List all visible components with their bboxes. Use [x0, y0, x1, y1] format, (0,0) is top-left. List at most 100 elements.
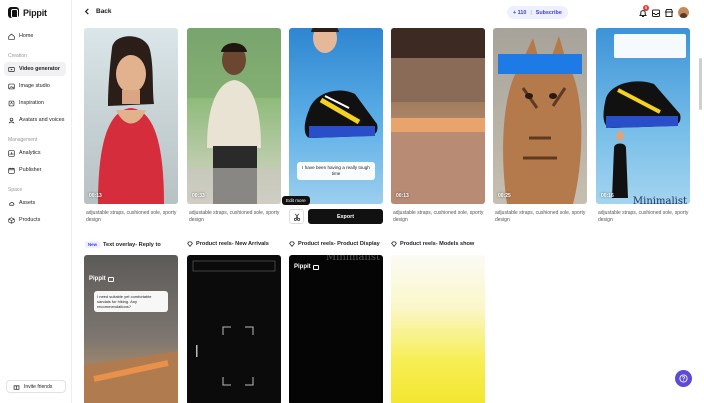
- template-brand: Pippit: [294, 264, 319, 270]
- chevron-left-icon: [84, 8, 89, 15]
- template-thumbnail: [192, 260, 276, 386]
- template-title[interactable]: New Text overlay- Reply to: [85, 241, 161, 248]
- video-icon: [8, 66, 15, 72]
- video-caption: adjustable straps, cushioned sole, sport…: [495, 210, 586, 223]
- subscribe-link[interactable]: Subscribe: [536, 10, 562, 16]
- store-icon[interactable]: [664, 8, 674, 18]
- video-caption: adjustable straps, cushioned sole, sport…: [393, 210, 484, 223]
- brand-text: Pippit: [294, 264, 311, 270]
- pippit-logo-icon: [8, 7, 19, 18]
- video-thumbnail: [603, 34, 686, 198]
- sidebar-item-label: Image studio: [19, 83, 50, 89]
- scrollbar[interactable]: [699, 58, 702, 110]
- new-badge: New: [85, 241, 101, 248]
- reply-bubble: I need suitable yet comfortable sandals …: [94, 291, 168, 312]
- section-label-creation: Creation: [8, 53, 27, 59]
- template-title-text: Product reels- New Arrivals: [196, 241, 269, 247]
- template-card[interactable]: [187, 255, 281, 403]
- video-thumbnail: [98, 36, 164, 204]
- edit-more-tooltip: Edit more: [282, 196, 310, 205]
- invite-friends-label: Invite friends: [24, 383, 53, 390]
- notification-badge: 5: [643, 5, 649, 11]
- credits-subscribe-pill[interactable]: + 110 | Subscribe: [507, 6, 568, 19]
- template-title[interactable]: Product reels- Product Display: [289, 241, 380, 247]
- sidebar-item-image-studio[interactable]: Image studio: [4, 79, 66, 93]
- template-title[interactable]: Product reels- New Arrivals: [187, 241, 269, 247]
- video-thumbnail: [498, 36, 582, 204]
- video-duration: 00:16: [601, 193, 614, 199]
- sidebar-item-analytics[interactable]: Analytics: [4, 146, 66, 160]
- video-card[interactable]: 00:13: [84, 28, 178, 204]
- sidebar-item-label: Assets: [19, 200, 36, 206]
- help-button[interactable]: [675, 370, 692, 387]
- top-bar: Back: [72, 0, 704, 28]
- template-card[interactable]: Pippit Minimalist: [289, 255, 383, 403]
- video-subtitle: I have been having a really tough time: [297, 162, 375, 180]
- template-card[interactable]: Pippit I need suitable yet comfortable s…: [84, 255, 178, 403]
- sidebar-item-label: Video generator: [19, 66, 60, 72]
- app-logo[interactable]: Pippit: [8, 7, 47, 18]
- video-duration: 00:25: [498, 193, 511, 199]
- sidebar-item-label: Inspiration: [19, 100, 44, 106]
- section-label-management: Management: [8, 137, 38, 143]
- edit-button[interactable]: [289, 209, 304, 224]
- video-duration: 00:33: [192, 193, 205, 199]
- template-title-text: Product reels- Product Display: [298, 241, 380, 247]
- overlay-text: Minimalist: [632, 196, 687, 204]
- sidebar-item-publisher[interactable]: Publisher: [4, 163, 66, 177]
- sidebar-item-label: Analytics: [19, 150, 41, 156]
- sidebar: Pippit Home Creation Video generator Ima…: [0, 0, 72, 403]
- separator: |: [530, 9, 532, 16]
- video-thumbnail: [187, 28, 281, 204]
- scissors-icon: [293, 213, 300, 221]
- template-title[interactable]: Product reels- Models show: [391, 241, 474, 247]
- sidebar-item-home[interactable]: Home: [4, 29, 66, 43]
- gift-icon: [13, 385, 20, 390]
- sidebar-item-video-generator[interactable]: Video generator: [4, 62, 66, 76]
- box-icon: [8, 216, 15, 224]
- sidebar-item-avatars-voices[interactable]: Avatars and voices: [4, 113, 66, 127]
- video-card[interactable]: 00:13: [391, 28, 485, 204]
- app-name: Pippit: [23, 7, 47, 18]
- overlay-text: Minimalist: [325, 255, 380, 263]
- template-card[interactable]: [391, 255, 485, 403]
- sidebar-item-assets[interactable]: Assets: [4, 196, 66, 210]
- analytics-icon: [8, 149, 15, 157]
- video-thumbnail: [391, 28, 485, 204]
- back-button[interactable]: Back: [84, 8, 112, 15]
- sidebar-item-products[interactable]: Products: [4, 213, 66, 227]
- cloud-icon: [9, 201, 15, 206]
- back-label: Back: [96, 8, 112, 15]
- video-badge-icon: [312, 264, 319, 270]
- sidebar-item-label: Products: [19, 217, 41, 223]
- diamond-icon: [289, 241, 295, 247]
- invite-friends-button[interactable]: Invite friends: [6, 380, 66, 393]
- sidebar-item-label: Home: [19, 33, 34, 39]
- video-badge-icon: [107, 276, 114, 282]
- image-icon: [8, 83, 15, 89]
- template-title-text: Product reels- Models show: [400, 241, 475, 247]
- inbox-icon[interactable]: [651, 8, 661, 18]
- video-duration: 00:13: [89, 193, 102, 199]
- video-card-hovered[interactable]: I have been having a really tough time: [289, 28, 383, 204]
- calendar-icon: [8, 167, 15, 174]
- sidebar-item-label: Publisher: [19, 167, 42, 173]
- credits-count: + 110: [513, 9, 527, 16]
- home-icon: [8, 33, 15, 40]
- video-duration: 00:13: [396, 193, 409, 199]
- lightbulb-icon: [8, 100, 15, 106]
- user-avatar[interactable]: [678, 7, 689, 18]
- video-card[interactable]: 00:33: [187, 28, 281, 204]
- template-title-text: Text overlay- Reply to: [103, 241, 161, 248]
- sidebar-item-label: Avatars and voices: [19, 117, 65, 123]
- export-button[interactable]: Export: [308, 209, 383, 224]
- video-caption: adjustable straps, cushioned sole, sport…: [598, 210, 689, 223]
- video-caption: adjustable straps, cushioned sole, sport…: [86, 210, 177, 223]
- template-brand: Pippit: [89, 276, 114, 282]
- video-card[interactable]: 00:16 Minimalist: [596, 28, 690, 204]
- diamond-icon: [391, 241, 397, 247]
- diamond-icon: [187, 241, 193, 247]
- sidebar-item-inspiration[interactable]: Inspiration: [4, 96, 66, 110]
- avatar-icon: [8, 117, 15, 123]
- video-card[interactable]: 00:25: [493, 28, 587, 204]
